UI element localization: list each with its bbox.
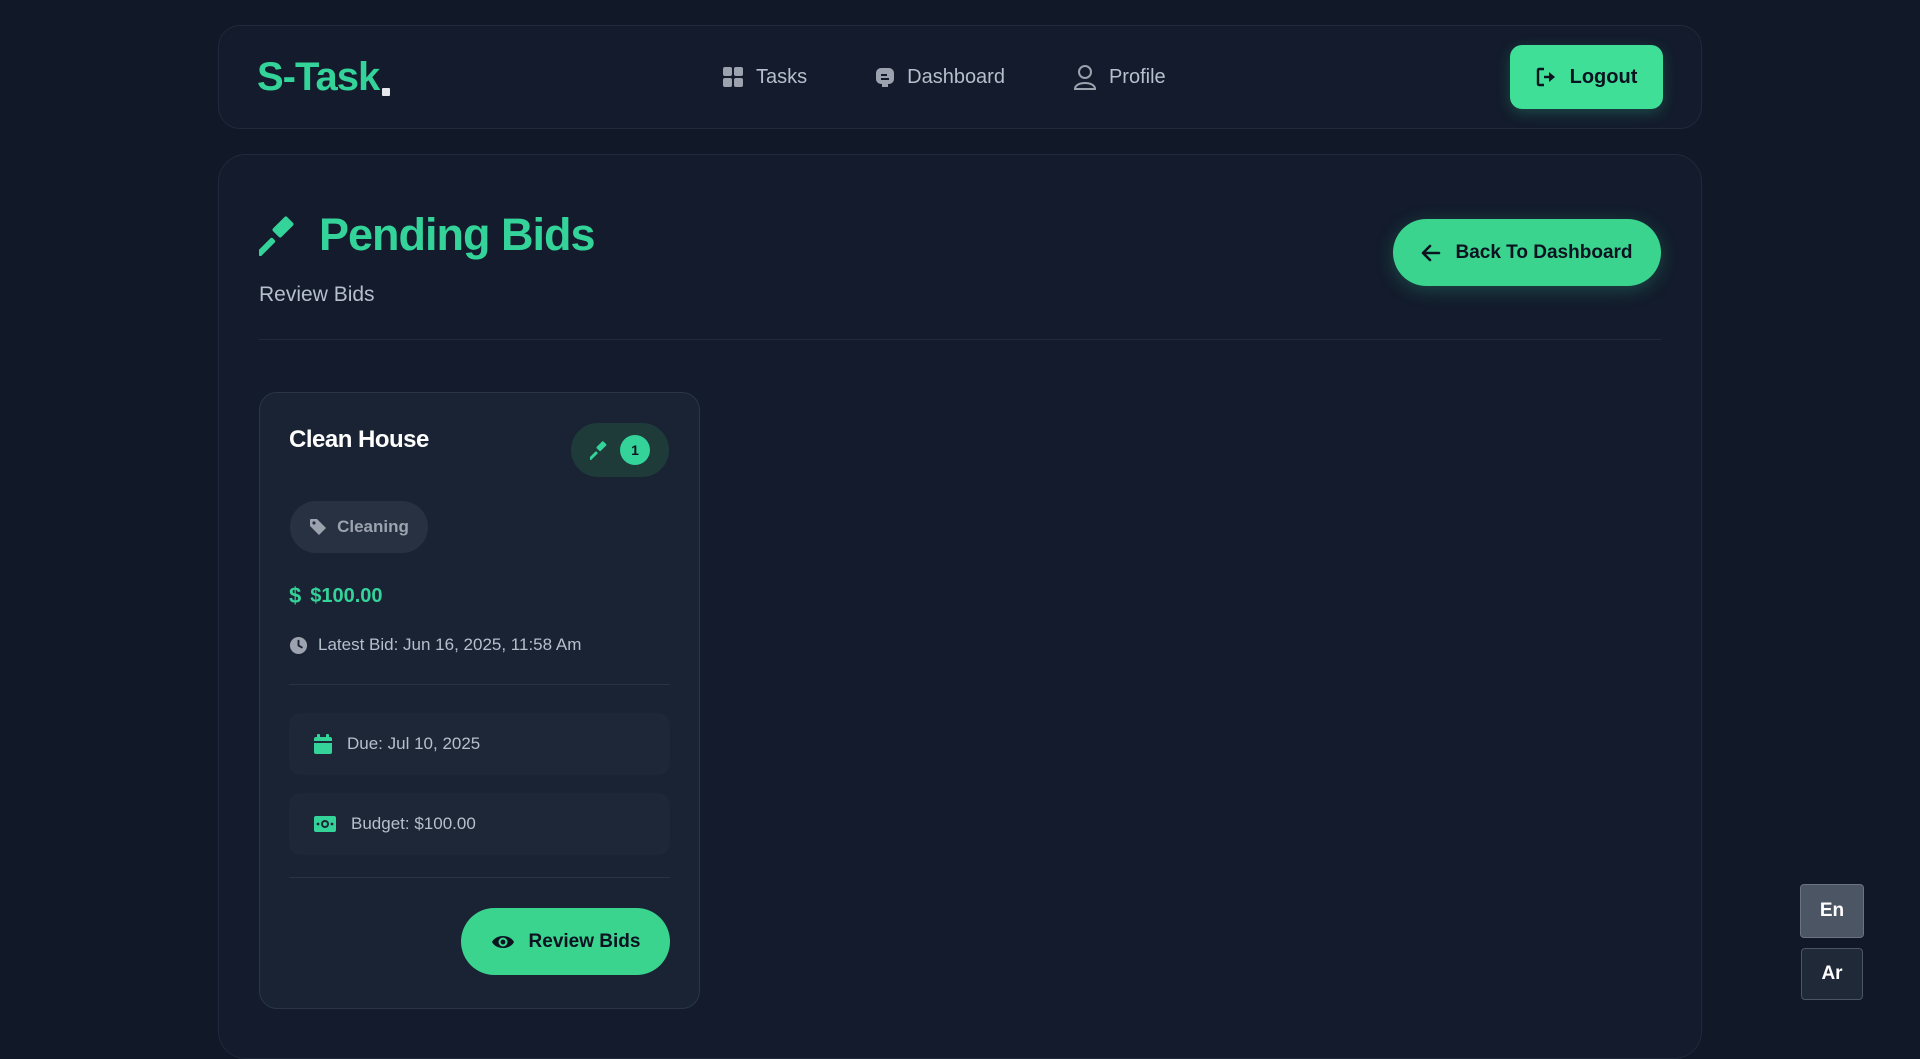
nav-links: Tasks Dashboard Profile bbox=[722, 26, 1166, 128]
nav-link-label[interactable]: Tasks bbox=[756, 66, 807, 89]
gavel-icon bbox=[590, 441, 607, 460]
grid-icon bbox=[723, 67, 743, 87]
money-icon bbox=[314, 816, 336, 832]
eye-icon bbox=[491, 935, 514, 948]
arrow-left-icon bbox=[1422, 244, 1441, 261]
page-header: Pending Bids Review Bids bbox=[259, 209, 596, 307]
bid-count-badge: 1 bbox=[571, 423, 669, 477]
logout-label: Logout bbox=[1569, 65, 1638, 88]
calendar-icon bbox=[314, 734, 332, 754]
title-row: Pending Bids bbox=[259, 209, 596, 261]
nav-link-profile[interactable]: Profile bbox=[1073, 64, 1166, 90]
page-subtitle: Review Bids bbox=[259, 283, 375, 306]
page-title: Pending Bids bbox=[319, 209, 596, 260]
logout-button[interactable]: Logout bbox=[1510, 45, 1663, 109]
user-icon bbox=[1073, 65, 1096, 90]
due-date-box: Due: Jul 10, 2025 bbox=[289, 713, 670, 775]
nav-link-tasks[interactable]: Tasks bbox=[722, 66, 807, 89]
price-value: $100.00 bbox=[310, 584, 383, 607]
latest-bid-text: Latest Bid: Jun 16, 2025, 11:58 Am bbox=[318, 635, 582, 654]
logout-icon bbox=[1536, 67, 1555, 87]
due-date-text: Due: Jul 10, 2025 bbox=[347, 734, 481, 753]
top-navbar: S-Task Tasks Dashboard Profile Logout bbox=[218, 25, 1702, 129]
task-card: Clean House 1 Cleaning $ $100.00 Latest … bbox=[259, 392, 700, 1009]
nav-link-label[interactable]: Dashboard bbox=[907, 66, 1005, 89]
gavel-icon bbox=[259, 216, 294, 256]
clock-icon bbox=[289, 636, 308, 654]
task-title: Clean House bbox=[289, 426, 429, 453]
review-bids-label: Review Bids bbox=[528, 930, 641, 952]
logo-dot bbox=[382, 87, 391, 96]
latest-bid: Latest Bid: Jun 16, 2025, 11:58 Am bbox=[289, 635, 581, 655]
back-to-dashboard-label: Back To Dashboard bbox=[1455, 241, 1633, 263]
card-divider bbox=[289, 877, 670, 878]
dollar-icon: $ bbox=[289, 583, 302, 608]
tag-icon bbox=[310, 519, 327, 535]
budget-box: Budget: $100.00 bbox=[289, 793, 670, 855]
nav-link-dashboard[interactable]: Dashboard bbox=[875, 66, 1005, 89]
category-label: Cleaning bbox=[337, 517, 409, 536]
logo[interactable]: S-Task bbox=[257, 55, 391, 100]
budget-text: Budget: $100.00 bbox=[351, 814, 476, 833]
main-content-card: Pending Bids Review Bids Back To Dashboa… bbox=[218, 154, 1702, 1059]
logo-text[interactable]: S-Task bbox=[257, 55, 380, 100]
header-divider bbox=[259, 339, 1661, 340]
review-bids-button[interactable]: Review Bids bbox=[461, 908, 670, 975]
card-divider bbox=[289, 684, 670, 685]
language-en-button[interactable]: En bbox=[1800, 884, 1864, 938]
category-pill: Cleaning bbox=[290, 501, 428, 553]
nav-link-label[interactable]: Profile bbox=[1109, 66, 1166, 89]
bid-count: 1 bbox=[620, 435, 650, 465]
dashboard-icon bbox=[876, 68, 895, 87]
task-price: $ $100.00 bbox=[289, 583, 383, 609]
back-to-dashboard-button[interactable]: Back To Dashboard bbox=[1393, 219, 1661, 286]
language-ar-button[interactable]: Ar bbox=[1801, 948, 1863, 1000]
